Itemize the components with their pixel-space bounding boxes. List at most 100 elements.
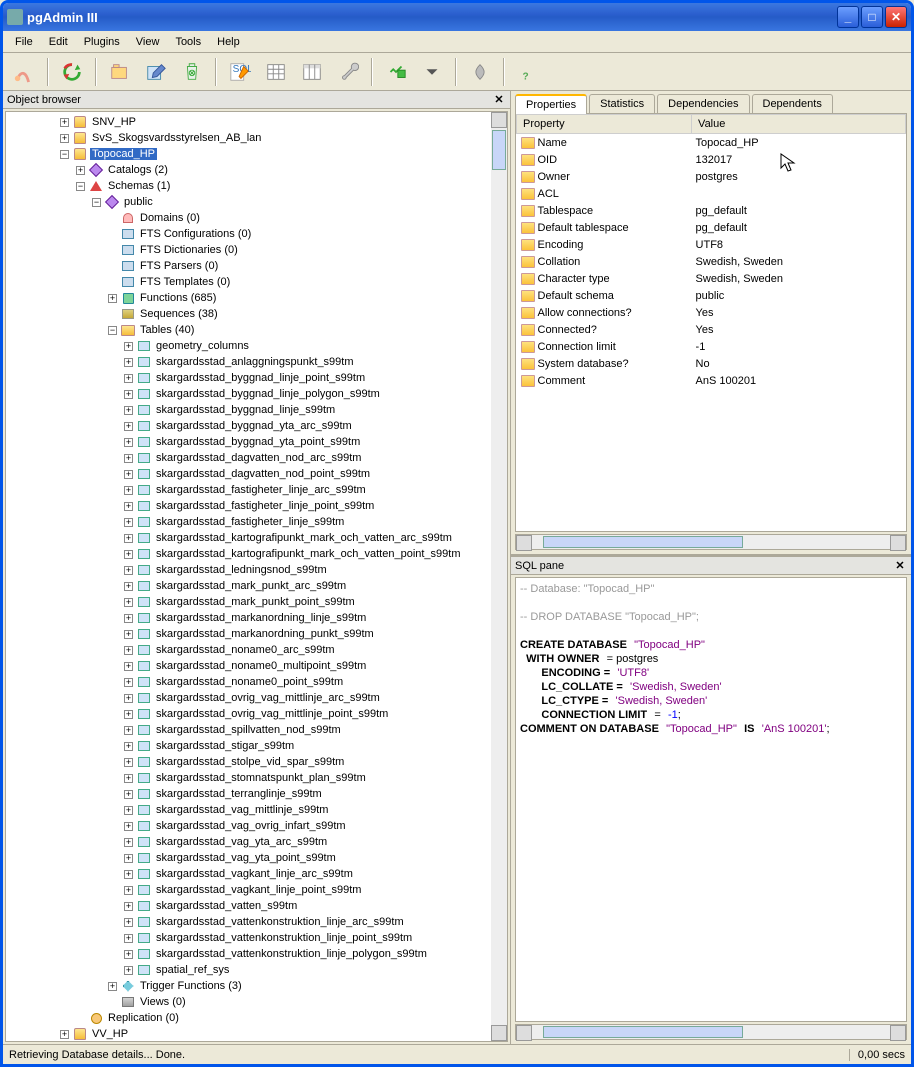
expand-icon[interactable]: + [124,598,133,607]
connect-icon[interactable] [9,57,39,87]
menu-edit[interactable]: Edit [41,34,76,50]
collapse-icon[interactable]: − [108,326,117,335]
object-browser-close-icon[interactable]: ✕ [492,93,506,107]
tree-node[interactable]: Replication (0) [6,1010,491,1026]
expand-icon[interactable]: + [124,470,133,479]
tree-node[interactable]: +skargardsstad_ovrig_vag_mittlinje_point… [6,706,491,722]
menu-plugins[interactable]: Plugins [76,34,128,50]
tree-node[interactable]: +skargardsstad_spillvatten_nod_s99tm [6,722,491,738]
expand-icon[interactable]: + [124,614,133,623]
sql-hscrollbar[interactable] [515,1024,907,1040]
tree-node[interactable]: +skargardsstad_anlaggningspunkt_s99tm [6,354,491,370]
collapse-icon[interactable]: − [60,150,69,159]
tree-node[interactable]: +skargardsstad_markanordning_punkt_s99tm [6,626,491,642]
hscroll-thumb[interactable] [543,1026,743,1038]
tree-node[interactable]: −Schemas (1) [6,178,491,194]
hint-icon[interactable] [465,57,495,87]
properties-icon[interactable] [105,57,135,87]
expand-icon[interactable]: + [124,886,133,895]
expand-icon[interactable]: + [124,694,133,703]
expand-icon[interactable]: + [108,982,117,991]
expand-icon[interactable]: + [124,502,133,511]
tree-node[interactable]: +skargardsstad_ledningsnod_s99tm [6,562,491,578]
tree-node[interactable]: +spatial_ref_sys [6,962,491,978]
expand-icon[interactable]: + [124,710,133,719]
properties-hscrollbar[interactable] [515,534,907,550]
tree-node[interactable]: FTS Templates (0) [6,274,491,290]
tree-node[interactable]: +skargardsstad_dagvatten_nod_point_s99tm [6,466,491,482]
menu-view[interactable]: View [128,34,168,50]
property-row[interactable]: Ownerpostgres [517,168,906,185]
expand-icon[interactable]: + [124,966,133,975]
tree-node[interactable]: −Tables (40) [6,322,491,338]
tree-node[interactable]: +skargardsstad_vag_ovrig_infart_s99tm [6,818,491,834]
close-button[interactable]: ✕ [885,6,907,28]
hscroll-right-icon[interactable] [890,1025,906,1041]
property-row[interactable]: Character typeSwedish, Sweden [517,270,906,287]
tab-statistics[interactable]: Statistics [589,94,655,113]
tree-node[interactable]: +skargardsstad_vatten_s99tm [6,898,491,914]
expand-icon[interactable]: + [124,486,133,495]
help-icon[interactable]: ? [513,57,543,87]
expand-icon[interactable]: + [60,134,69,143]
property-row[interactable]: ACL [517,185,906,202]
tree-node[interactable]: +skargardsstad_ovrig_vag_mittlinje_arc_s… [6,690,491,706]
expand-icon[interactable]: + [124,950,133,959]
minimize-button[interactable]: _ [837,6,859,28]
tree-node[interactable]: Domains (0) [6,210,491,226]
tree-node[interactable]: FTS Dictionaries (0) [6,242,491,258]
view-data-icon[interactable] [261,57,291,87]
prop-col-property[interactable]: Property [517,115,692,134]
hscroll-right-icon[interactable] [890,535,906,551]
expand-icon[interactable]: + [124,454,133,463]
property-row[interactable]: EncodingUTF8 [517,236,906,253]
refresh-icon[interactable] [57,57,87,87]
property-row[interactable]: Default tablespacepg_default [517,219,906,236]
property-row[interactable]: Allow connections?Yes [517,304,906,321]
tree-node[interactable]: +skargardsstad_fastigheter_linje_point_s… [6,498,491,514]
create-icon[interactable] [141,57,171,87]
property-row[interactable]: CommentAnS 100201 [517,372,906,389]
tree-node[interactable]: +skargardsstad_vag_mittlinje_s99tm [6,802,491,818]
expand-icon[interactable]: + [60,1030,69,1039]
tree-node[interactable]: +Trigger Functions (3) [6,978,491,994]
tree-scrollbar[interactable] [491,112,507,1041]
execute-dropdown-icon[interactable] [417,57,447,87]
tree-node[interactable]: +skargardsstad_mark_punkt_arc_s99tm [6,578,491,594]
tree-node[interactable]: −Topocad_HP [6,146,491,162]
expand-icon[interactable]: + [124,630,133,639]
hscroll-thumb[interactable] [543,536,743,548]
expand-icon[interactable]: + [124,662,133,671]
expand-icon[interactable]: + [124,870,133,879]
property-row[interactable]: Connected?Yes [517,321,906,338]
tree-node[interactable]: +skargardsstad_stolpe_vid_spar_s99tm [6,754,491,770]
tree-node[interactable]: +skargardsstad_noname0_point_s99tm [6,674,491,690]
tree-node[interactable]: +skargardsstad_vagkant_linje_arc_s99tm [6,866,491,882]
tab-dependencies[interactable]: Dependencies [657,94,749,113]
expand-icon[interactable]: + [124,918,133,927]
maximize-button[interactable]: □ [861,6,883,28]
expand-icon[interactable]: + [124,934,133,943]
scroll-thumb[interactable] [492,130,506,170]
tree-node[interactable]: +Catalogs (2) [6,162,491,178]
tree-node[interactable]: +skargardsstad_byggnad_yta_point_s99tm [6,434,491,450]
expand-icon[interactable]: + [124,758,133,767]
property-row[interactable]: NameTopocad_HP [517,134,906,152]
collapse-icon[interactable]: − [92,198,101,207]
expand-icon[interactable]: + [124,358,133,367]
expand-icon[interactable]: + [124,902,133,911]
menu-file[interactable]: File [7,34,41,50]
property-row[interactable]: Tablespacepg_default [517,202,906,219]
tree-node[interactable]: +skargardsstad_fastigheter_linje_s99tm [6,514,491,530]
sql-icon[interactable]: SQL [225,57,255,87]
tree-node[interactable]: +skargardsstad_terranglinje_s99tm [6,786,491,802]
tree-node[interactable]: +VV_HP [6,1026,491,1041]
tree-node[interactable]: +skargardsstad_kartografipunkt_mark_och_… [6,530,491,546]
expand-icon[interactable]: + [124,438,133,447]
expand-icon[interactable]: + [124,566,133,575]
tree-node[interactable]: +skargardsstad_vattenkonstruktion_linje_… [6,930,491,946]
expand-icon[interactable]: + [124,854,133,863]
expand-icon[interactable]: + [124,838,133,847]
tree-node[interactable]: +skargardsstad_noname0_arc_s99tm [6,642,491,658]
scroll-down-icon[interactable] [491,1025,507,1041]
